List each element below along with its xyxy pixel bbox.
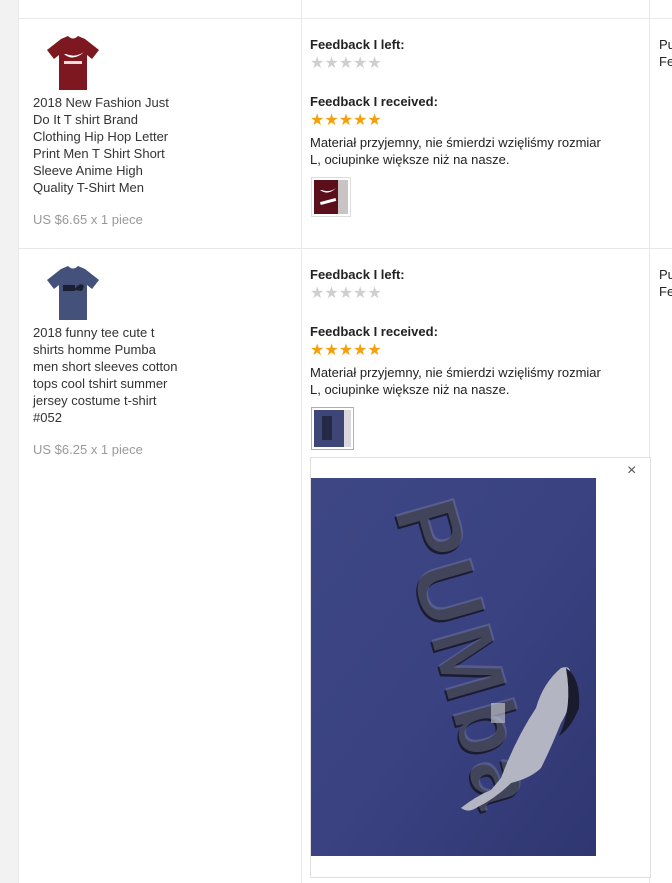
cut-line: Pu <box>659 37 672 52</box>
product-title-line[interactable]: Clothing Hip Hop Letter <box>33 128 208 145</box>
product-title-line[interactable]: Sleeve Anime High <box>33 162 208 179</box>
product-thumbnail[interactable] <box>44 264 102 322</box>
product-title-line[interactable]: Do It T shirt Brand <box>33 111 208 128</box>
comment-line: L, ociupinke większe niż na nasze. <box>310 152 510 167</box>
product-title-line[interactable]: jersey costume t-shirt <box>33 392 208 409</box>
cut-line: Fe <box>659 54 672 69</box>
row-divider-middle <box>18 248 672 249</box>
product-price: US $6.25 x 1 piece <box>33 442 143 457</box>
feedback-received-label: Feedback I received: <box>310 324 438 339</box>
tshirt-navy-image <box>47 266 99 320</box>
product-title-line[interactable]: 2018 funny tee cute t <box>33 324 208 341</box>
comment-line: Materiał przyjemny, nie śmierdzi wzięliś… <box>310 135 601 150</box>
product-title[interactable]: 2018 New Fashion Just Do It T shirt Bran… <box>33 94 208 196</box>
photo-maroon-shirt <box>314 180 348 214</box>
feedback-received-stars: ★★★★★ <box>310 112 382 129</box>
feedback-received-stars: ★★★★★ <box>310 342 382 359</box>
tshirt-maroon-image <box>47 36 99 90</box>
column-divider-1 <box>301 0 302 883</box>
product-price: US $6.65 x 1 piece <box>33 212 143 227</box>
feedback-left-stars: ★★★★★ <box>310 285 382 302</box>
feedback-left-label: Feedback I left: <box>310 37 405 52</box>
product-title-line[interactable]: tops cool tshirt summer <box>33 375 208 392</box>
pumba-shirt-photo: PUMba PUMba <box>311 478 596 856</box>
product-thumbnail[interactable] <box>44 34 102 92</box>
product-title-line[interactable]: 2018 New Fashion Just <box>33 94 208 111</box>
product-title-line[interactable]: Print Men T Shirt Short <box>33 145 208 162</box>
product-title-line[interactable]: men short sleeves cotton <box>33 358 208 375</box>
feedback-left-label: Feedback I left: <box>310 267 405 282</box>
comment-line: L, ociupinke większe niż na nasze. <box>310 382 510 397</box>
product-title-line[interactable]: #052 <box>33 409 208 426</box>
feedback-received-label: Feedback I received: <box>310 94 438 109</box>
left-border <box>18 0 19 883</box>
product-title-line[interactable]: shirts homme Pumba <box>33 341 208 358</box>
cut-line: Pu <box>659 267 672 282</box>
feedback-comment: Materiał przyjemny, nie śmierdzi wzięliś… <box>310 364 646 398</box>
feedback-photo-thumbnail-selected[interactable] <box>311 407 354 450</box>
photo-preview-popup: × PUMba PUMba <box>310 457 651 878</box>
feedback-left-stars: ★★★★★ <box>310 55 382 72</box>
comment-line: Materiał przyjemny, nie śmierdzi wzięliś… <box>310 365 601 380</box>
feedback-comment: Materiał przyjemny, nie śmierdzi wzięliś… <box>310 134 646 168</box>
next-column-text: Pu Fe <box>659 266 672 300</box>
product-title-line[interactable]: Quality T-Shirt Men <box>33 179 208 196</box>
feedback-photo-thumbnail[interactable] <box>311 177 351 217</box>
cut-line: Fe <box>659 284 672 299</box>
photo-preview-image: PUMba PUMba <box>311 478 596 856</box>
close-icon[interactable]: × <box>627 462 636 480</box>
row-divider-top <box>18 18 672 19</box>
photo-navy-shirt <box>314 410 351 447</box>
product-title[interactable]: 2018 funny tee cute t shirts homme Pumba… <box>33 324 208 426</box>
next-column-text: Pu Fe <box>659 36 672 70</box>
